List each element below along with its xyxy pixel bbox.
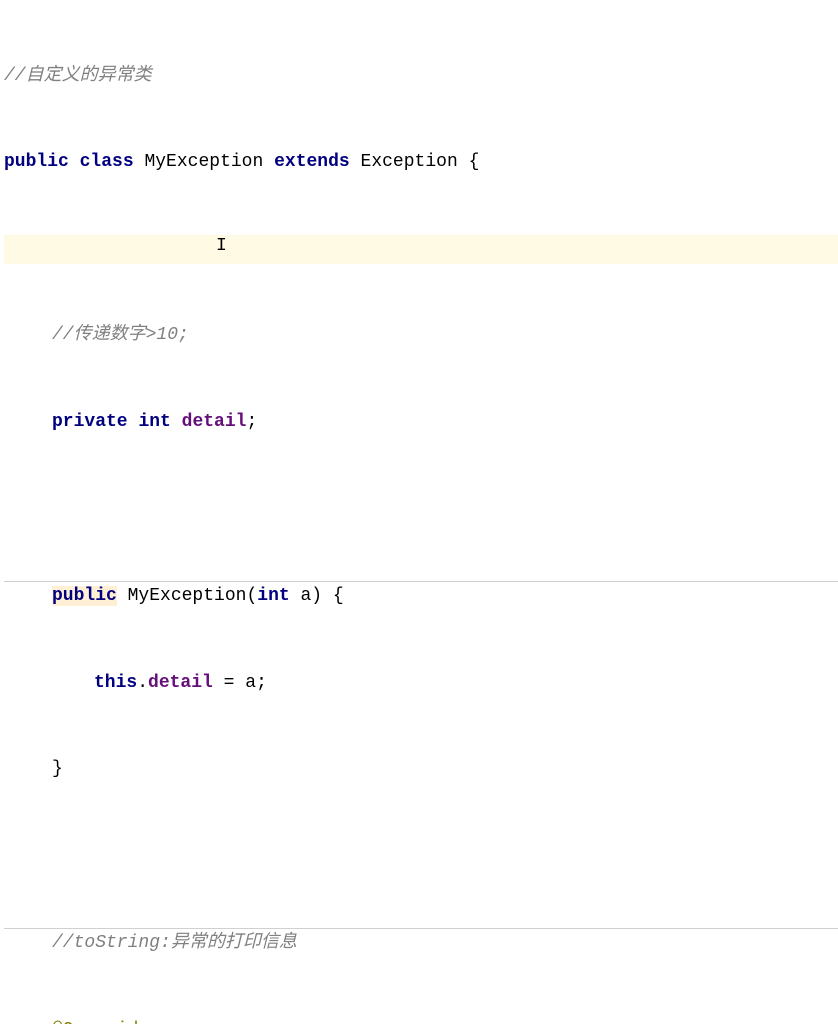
brace: { [469,152,480,172]
code-line[interactable]: //toString:异常的打印信息 [4,928,838,958]
keyword-int: int [257,586,289,606]
keyword-private: private [52,412,128,432]
equals: = [213,673,245,693]
code-line[interactable]: //传递数字>10; [4,321,838,350]
code-line[interactable]: private int detail; [4,408,838,437]
field-name: detail [182,412,247,432]
text-caret-icon: I [216,232,227,261]
brace: } [52,759,63,779]
comment-text: //自定义的异常类 [4,66,152,86]
comment-text: //toString:异常的打印信息 [52,933,297,953]
paren: ( [246,586,257,606]
keyword-int: int [138,412,170,432]
code-editor[interactable]: //自定义的异常类 public class MyException exten… [0,0,838,1024]
class-name: MyException [144,152,263,172]
keyword-this: this [94,673,137,693]
param-name: a [300,586,311,606]
field-name: detail [148,673,213,693]
keyword-public: public [4,152,69,172]
code-line-empty[interactable] [4,495,838,524]
semicolon: ; [256,673,267,693]
keyword-extends: extends [274,152,350,172]
parent-class: Exception [361,152,458,172]
keyword-public: public [52,586,117,606]
code-line[interactable]: public class MyException extends Excepti… [4,148,838,177]
keyword-class: class [80,152,134,172]
code-line[interactable]: } [4,755,838,784]
code-line[interactable]: this.detail = a; [4,669,838,698]
annotation-override: @Override [52,1020,149,1024]
brace: { [333,586,344,606]
comment-text: //传递数字>10; [52,325,189,345]
code-line[interactable]: @Override [4,1016,838,1024]
code-line-empty[interactable] [4,842,838,871]
constructor-name: MyException [128,586,247,606]
paren: ) [311,586,322,606]
var-name: a [245,673,256,693]
dot: . [137,673,148,693]
semicolon: ; [246,412,257,432]
code-line-highlighted[interactable]: I [4,235,838,264]
code-line[interactable]: public MyException(int a) { [4,581,838,611]
code-line[interactable]: //自定义的异常类 [4,62,838,91]
